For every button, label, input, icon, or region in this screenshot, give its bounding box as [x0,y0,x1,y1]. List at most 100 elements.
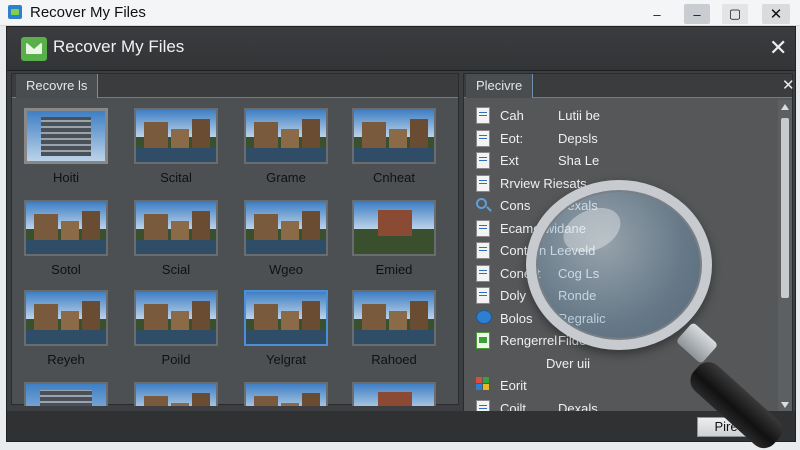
tab-preview[interactable]: Plecivre [466,74,534,98]
thumbnail-part [136,240,216,254]
thumbnail-part [389,310,407,331]
list-item[interactable]: Cons Dexals [476,196,776,216]
app-header: Recover My Files ✕ [7,27,795,71]
list-item-value: Dexals [558,198,598,213]
thumbnail-image[interactable] [352,200,436,256]
list-item-name: Cah [500,108,524,123]
thumbnail-part [82,211,100,241]
thumbnail-part [302,211,320,241]
thumbnail-part [144,396,168,406]
list-item[interactable]: Rrview Riesats [476,174,776,194]
thumbnail-image[interactable] [134,290,218,346]
thumbnail-part [302,301,320,331]
app-window: Recover My Files ✕ Recovre ls Hoiti Scita… [6,26,796,442]
scroll-up-arrow-icon[interactable] [781,104,789,110]
list-item-value: Depsls [558,130,598,146]
thumbnail-part [41,117,91,156]
preview-list: Cah Lutii be Eot: Depsls Ext Sha Le Rrview Rie… [464,100,776,412]
thumbnail-image[interactable] [24,382,108,406]
thumbnail-image[interactable] [244,382,328,406]
search-icon [476,197,490,214]
scrollbar-thumb[interactable] [781,118,789,298]
list-item[interactable]: Eot: Depsls [476,129,776,149]
maximize-button[interactable]: ▢ [722,4,748,24]
thumbnail-part [281,128,299,149]
thumbnail-image[interactable] [134,108,218,164]
thumbnail-caption: Scial [161,262,191,277]
list-item-value: Regralic [558,310,606,326]
list-item[interactable]: Conelit Cog Ls [476,264,776,284]
list-item-name: Cons [500,198,531,213]
list-item[interactable]: Dver uii [476,354,776,374]
minimize-button[interactable]: – [646,4,668,24]
thumbnail-caption: Sotol [51,262,81,277]
list-item[interactable]: Cah Lutii be [476,106,776,126]
thumbnail-caption: Reyeh [47,352,85,367]
list-item[interactable]: Coilt Dexals [476,399,776,412]
thumbnail-part [171,310,189,331]
list-item-name: Bolos [500,310,533,326]
thumbnail-part [171,220,189,241]
thumbnail-image[interactable] [134,382,218,406]
thumbnail-part [254,214,278,241]
preview-scrollbar[interactable] [778,100,792,412]
document-icon [476,129,490,147]
thumbnail-caption: Poild [161,352,191,367]
thumbnail-part [281,310,299,331]
list-item-value: Dver uii [546,355,591,371]
thumbnail-part [192,393,210,406]
scroll-down-arrow-icon[interactable] [781,402,789,408]
thumbnail-image[interactable] [244,200,328,256]
thumbnail-image[interactable] [352,382,436,406]
thumbnail-image[interactable] [352,290,436,346]
thumbnail-part [246,330,326,344]
list-item[interactable]: Ext Sha Le [476,151,776,171]
thumbnail-image[interactable] [134,200,218,256]
list-item[interactable]: Ecame-widane [476,219,776,239]
thumbnail-part [61,310,79,331]
list-item-name: Eorit [500,378,527,393]
thumbnail-image[interactable] [352,108,436,164]
list-item[interactable]: Contern Leeveld [476,241,776,261]
thumbnail-image[interactable] [24,200,108,256]
status-bar: Pire [7,411,795,441]
window-close-button[interactable]: ✕ [762,4,790,24]
thumbnail-part [26,240,106,254]
thumbnail-image[interactable] [244,108,328,164]
list-item-value: Lutii be [558,108,600,123]
thumbnail-image[interactable] [24,290,108,346]
document-icon [476,219,490,237]
list-item-value: Ronde [558,288,597,303]
footer-button[interactable]: Pire [697,417,755,437]
thumbnail-part [192,119,210,149]
list-item[interactable]: Rengerrel Filde A [476,331,776,351]
minimize-box-button[interactable]: – [684,4,710,24]
list-item-value: Filde A [558,333,598,348]
blue-globe-icon [476,309,492,324]
app-close-button[interactable]: ✕ [769,37,787,59]
thumbnail-image[interactable] [244,290,328,346]
thumbnail-part [254,396,278,406]
thumbnail-grid: Hoiti Scital Grame Cnheat Sotol Scial Wgeo Emie… [12,100,458,406]
os-title-bar: Recover My Files – – ▢ ✕ [0,0,800,26]
thumbnail-part [389,128,407,149]
thumbnail-part [281,402,299,406]
thumbnail-part [281,220,299,241]
list-item[interactable]: Doly Ronde [476,286,776,306]
thumbnail-part [354,330,434,344]
list-item[interactable]: Bolos Regralic [476,309,776,329]
preview-close-button[interactable]: ✕ [782,76,795,94]
list-item-value: Cog Ls [558,265,600,281]
document-icon [476,242,490,259]
thumbnail-part [144,214,168,241]
thumbnail-caption: Scital [160,170,192,185]
tab-recovered-files[interactable]: Recovre ls [16,74,99,98]
thumbnail-image[interactable] [24,108,108,164]
list-item-name: Rengerrel [500,333,558,348]
thumbnail-part [362,122,386,149]
thumbnail-caption: Rahoed [371,352,417,367]
list-item[interactable]: Eorit [476,376,776,396]
thumbnail-part [302,393,320,406]
right-tab-bar: Plecivre ✕ [464,74,795,98]
document-icon [476,264,490,282]
